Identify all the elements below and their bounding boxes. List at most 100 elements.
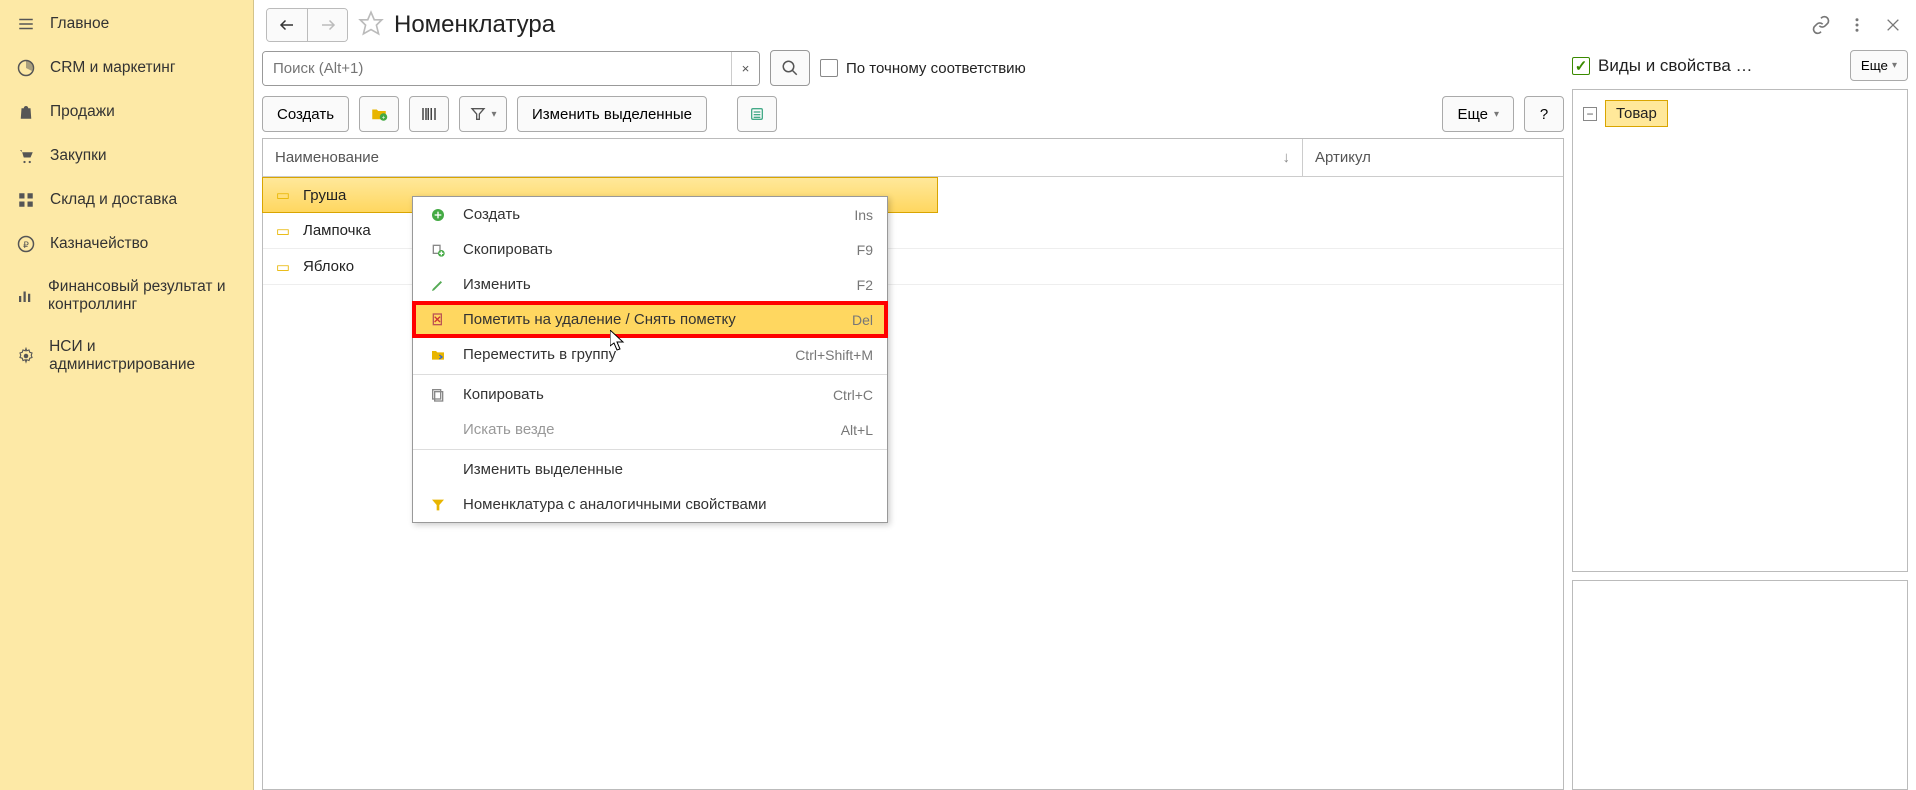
bag-icon xyxy=(16,102,36,122)
types-checkbox[interactable]: ✓ xyxy=(1572,57,1590,75)
right-more-button[interactable]: Еще▾ xyxy=(1850,50,1908,81)
folder-collapsed-icon: ▭ xyxy=(273,186,293,204)
exact-match-checkbox-wrap[interactable]: По точному соответствию xyxy=(820,59,1026,77)
cm-label: Пометить на удаление / Снять пометку xyxy=(463,311,736,328)
th-art-label: Артикул xyxy=(1315,149,1371,166)
sidebar-item-warehouse[interactable]: Склад и доставка xyxy=(0,178,253,222)
chart-pie-icon xyxy=(16,58,36,78)
cm-duplicate[interactable]: Скопировать F9 xyxy=(413,232,887,267)
row-label: Груша xyxy=(303,187,346,204)
search-row: × По точному соответствию xyxy=(262,50,1564,86)
clear-search-button[interactable]: × xyxy=(731,52,759,85)
sidebar-item-label: Склад и доставка xyxy=(50,191,177,209)
cm-shortcut: Del xyxy=(852,312,873,328)
cm-shortcut: F9 xyxy=(857,242,873,258)
favorite-star-icon[interactable] xyxy=(358,10,384,40)
cm-label: Изменить xyxy=(463,276,531,293)
search-button[interactable] xyxy=(770,50,810,86)
sidebar-item-label: Финансовый результат и контроллинг xyxy=(48,278,237,314)
cm-shortcut: Ctrl+Shift+M xyxy=(795,347,873,363)
plus-icon xyxy=(427,207,449,223)
cm-separator xyxy=(413,449,887,450)
search-input[interactable] xyxy=(263,52,731,85)
cm-label: Копировать xyxy=(463,386,544,403)
table-head: Наименование ↓ Артикул xyxy=(263,139,1563,177)
sidebar-item-finance[interactable]: Финансовый результат и контроллинг xyxy=(0,266,253,326)
cm-mark-delete[interactable]: Пометить на удаление / Снять пометку Del xyxy=(412,301,888,338)
cm-search-everywhere[interactable]: Искать везде Alt+L xyxy=(413,412,887,447)
th-article[interactable]: Артикул xyxy=(1303,139,1563,176)
cm-copy[interactable]: Копировать Ctrl+C xyxy=(413,377,887,412)
nav-buttons xyxy=(266,8,348,42)
chart-bar-icon xyxy=(16,286,34,306)
copy-plus-icon xyxy=(427,242,449,258)
tree-item[interactable]: − Товар xyxy=(1583,100,1897,127)
cm-label: Искать везде xyxy=(463,421,555,438)
cm-move-group[interactable]: Переместить в группу Ctrl+Shift+M xyxy=(413,337,887,372)
svg-text:₽: ₽ xyxy=(23,240,29,250)
sidebar-item-treasury[interactable]: ₽ Казначейство xyxy=(0,222,253,266)
nav-back-button[interactable] xyxy=(267,9,307,41)
page-title: Номенклатура xyxy=(394,11,555,39)
sidebar-item-label: Закупки xyxy=(50,147,107,165)
properties-panel xyxy=(1572,580,1908,790)
sidebar-item-label: Продажи xyxy=(50,103,115,121)
sidebar-item-label: CRM и маркетинг xyxy=(50,59,176,77)
sidebar-item-sales[interactable]: Продажи xyxy=(0,90,253,134)
cm-edit[interactable]: Изменить F2 xyxy=(413,267,887,302)
create-button[interactable]: Создать xyxy=(262,96,349,132)
sidebar-item-label: Казначейство xyxy=(50,235,148,253)
cm-create[interactable]: Создать Ins xyxy=(413,197,887,232)
sort-down-icon: ↓ xyxy=(1283,149,1291,166)
cm-separator xyxy=(413,374,887,375)
more-button[interactable]: Еще▾ xyxy=(1442,96,1514,132)
cart-icon xyxy=(16,146,36,166)
cm-label: Скопировать xyxy=(463,241,553,258)
delete-mark-icon xyxy=(427,312,449,328)
gear-icon xyxy=(16,346,35,366)
help-button[interactable]: ? xyxy=(1524,96,1564,132)
folder-collapsed-icon: ▭ xyxy=(273,258,293,276)
edit-selected-button[interactable]: Изменить выделенные xyxy=(517,96,707,132)
tree-collapse-icon[interactable]: − xyxy=(1583,107,1597,121)
toolbar: Создать + ▾ Изменить выделенные Еще▾ ? xyxy=(262,96,1564,132)
close-icon[interactable] xyxy=(1882,14,1904,36)
filter-props-icon xyxy=(427,497,449,513)
ruble-icon: ₽ xyxy=(16,234,36,254)
row-label: Лампочка xyxy=(303,222,371,239)
sidebar-item-label: НСИ и администрирование xyxy=(49,338,237,374)
kebab-icon[interactable] xyxy=(1846,14,1868,36)
right-pane: ✓ Виды и свойства … Еще▾ − Товар xyxy=(1572,50,1908,790)
sidebar-item-admin[interactable]: НСИ и администрирование xyxy=(0,326,253,386)
context-menu: Создать Ins Скопировать F9 Изменить F2 П… xyxy=(412,196,888,523)
create-folder-button[interactable]: + xyxy=(359,96,399,132)
sidebar-item-main[interactable]: Главное xyxy=(0,2,253,46)
pencil-icon xyxy=(427,277,449,293)
sidebar-item-crm[interactable]: CRM и маркетинг xyxy=(0,46,253,90)
cm-shortcut: Alt+L xyxy=(841,422,873,438)
move-icon xyxy=(427,347,449,363)
list-view-button[interactable] xyxy=(737,96,777,132)
th-name[interactable]: Наименование ↓ xyxy=(263,139,1303,176)
right-title: Виды и свойства … xyxy=(1598,56,1842,76)
exact-match-checkbox[interactable] xyxy=(820,59,838,77)
exact-match-label: По точному соответствию xyxy=(846,60,1026,77)
filter-button[interactable]: ▾ xyxy=(459,96,507,132)
types-tree: − Товар xyxy=(1572,89,1908,572)
sidebar: Главное CRM и маркетинг Продажи Закупки … xyxy=(0,0,254,790)
search-wrap: × xyxy=(262,51,760,86)
link-icon[interactable] xyxy=(1810,14,1832,36)
header: Номенклатура xyxy=(254,0,1916,50)
cm-shortcut: F2 xyxy=(857,277,873,293)
tree-item-label: Товар xyxy=(1605,100,1668,127)
barcode-button[interactable] xyxy=(409,96,449,132)
cm-label: Создать xyxy=(463,206,520,223)
nav-forward-button[interactable] xyxy=(307,9,347,41)
grid-icon xyxy=(16,190,36,210)
sidebar-item-purchases[interactable]: Закупки xyxy=(0,134,253,178)
row-label: Яблоко xyxy=(303,258,354,275)
cm-label: Переместить в группу xyxy=(463,346,616,363)
cm-edit-selected[interactable]: Изменить выделенные xyxy=(413,452,887,487)
cm-similar-props[interactable]: Номенклатура с аналогичными свойствами xyxy=(413,487,887,522)
copy-icon xyxy=(427,387,449,403)
